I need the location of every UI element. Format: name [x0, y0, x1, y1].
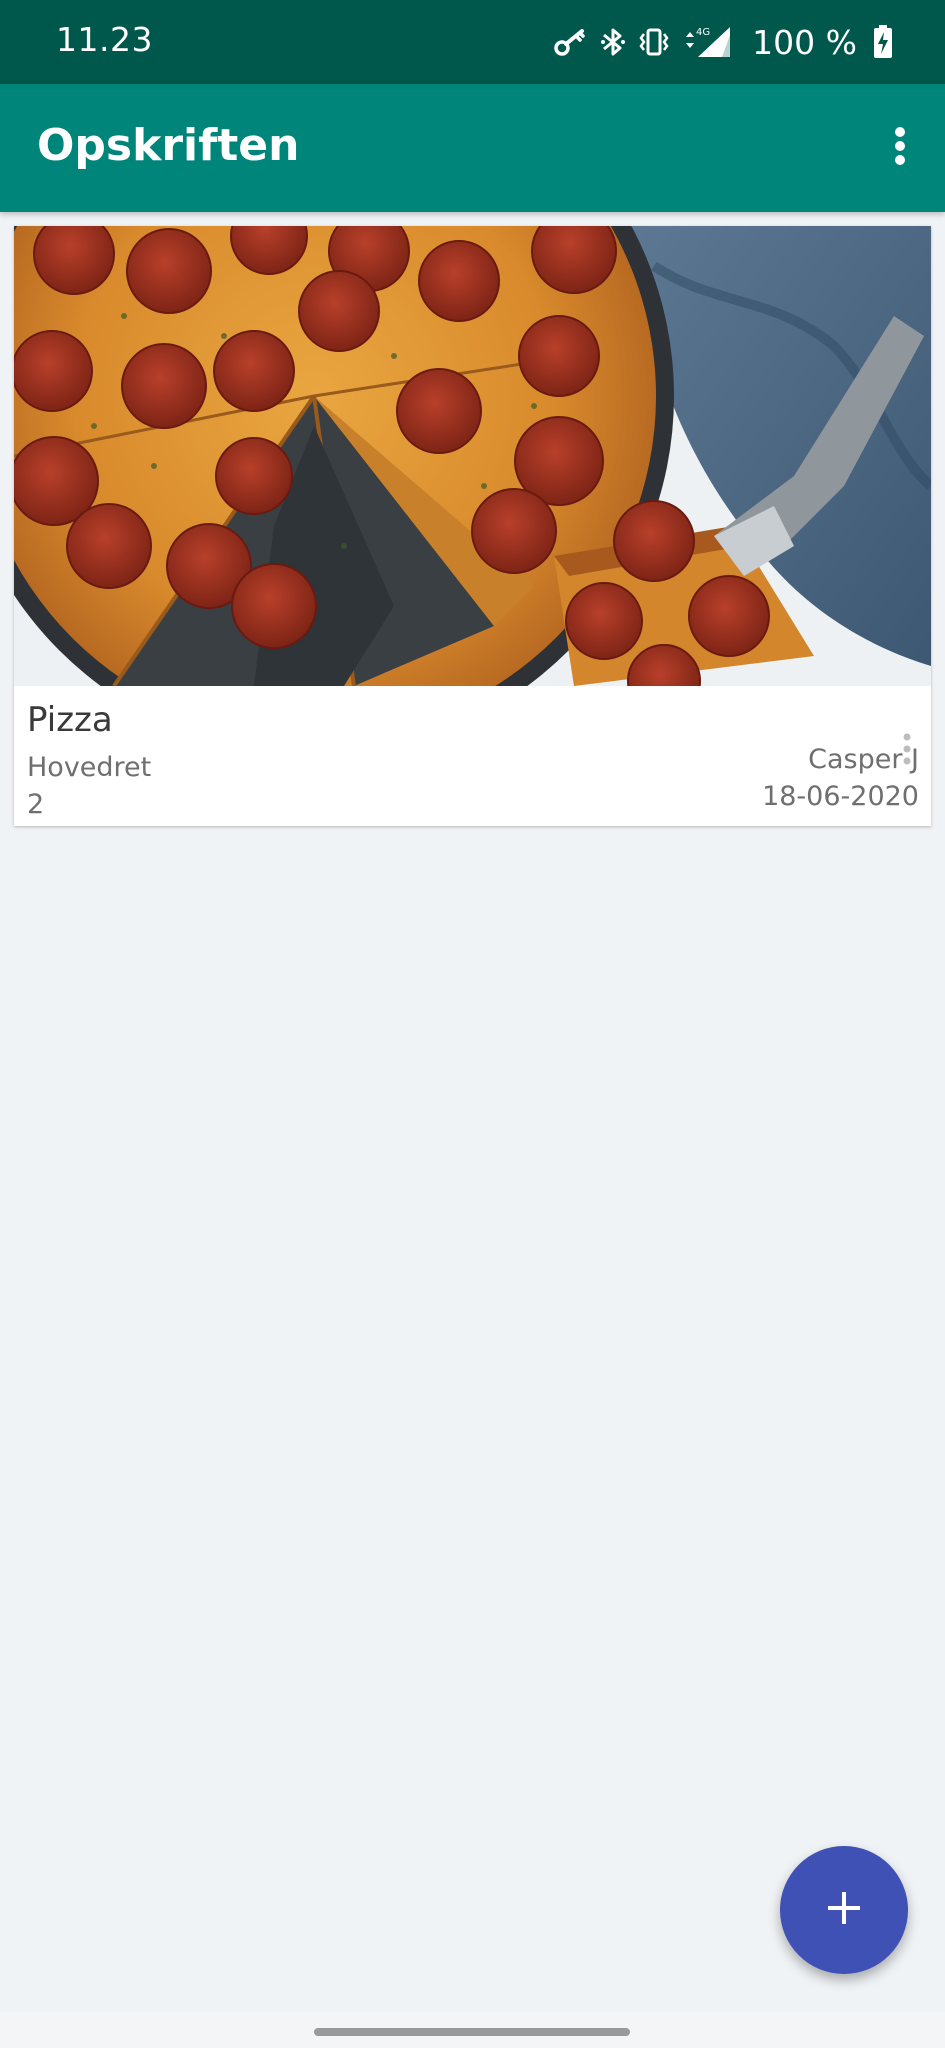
vibrate-icon: [638, 26, 670, 58]
bluetooth-icon: [600, 26, 626, 58]
add-recipe-button[interactable]: [780, 1846, 908, 1974]
status-icons: 4G 100 %: [554, 20, 893, 64]
status-bar: 11.23 4G 100 %: [0, 0, 945, 84]
more-vert-icon: [894, 126, 906, 170]
recipe-date: 18-06-2020: [762, 781, 919, 812]
add-icon: [824, 1888, 864, 1932]
app-bar: Opskriften: [0, 84, 945, 212]
overflow-menu-button[interactable]: [877, 116, 923, 180]
more-vert-icon: [903, 732, 911, 770]
network-4g-icon: 4G: [682, 25, 734, 59]
key-icon: [554, 27, 588, 57]
battery-charging-icon: [873, 25, 893, 59]
recipe-servings: 2: [27, 789, 45, 820]
battery-percentage: 100 %: [752, 22, 857, 62]
recipe-image: [14, 226, 931, 686]
page-title: Opskriften: [37, 120, 300, 171]
recipe-title: Pizza: [27, 700, 113, 740]
status-time: 11.23: [56, 20, 153, 59]
recipe-category: Hovedret: [27, 752, 152, 783]
navigation-bar: [0, 2012, 945, 2048]
svg-text:4G: 4G: [696, 27, 710, 38]
recipe-card[interactable]: Pizza Hovedret 2 Casper J 18-06-2020: [14, 226, 931, 826]
gesture-handle[interactable]: [314, 2028, 630, 2036]
recipe-menu-button[interactable]: [897, 726, 917, 776]
